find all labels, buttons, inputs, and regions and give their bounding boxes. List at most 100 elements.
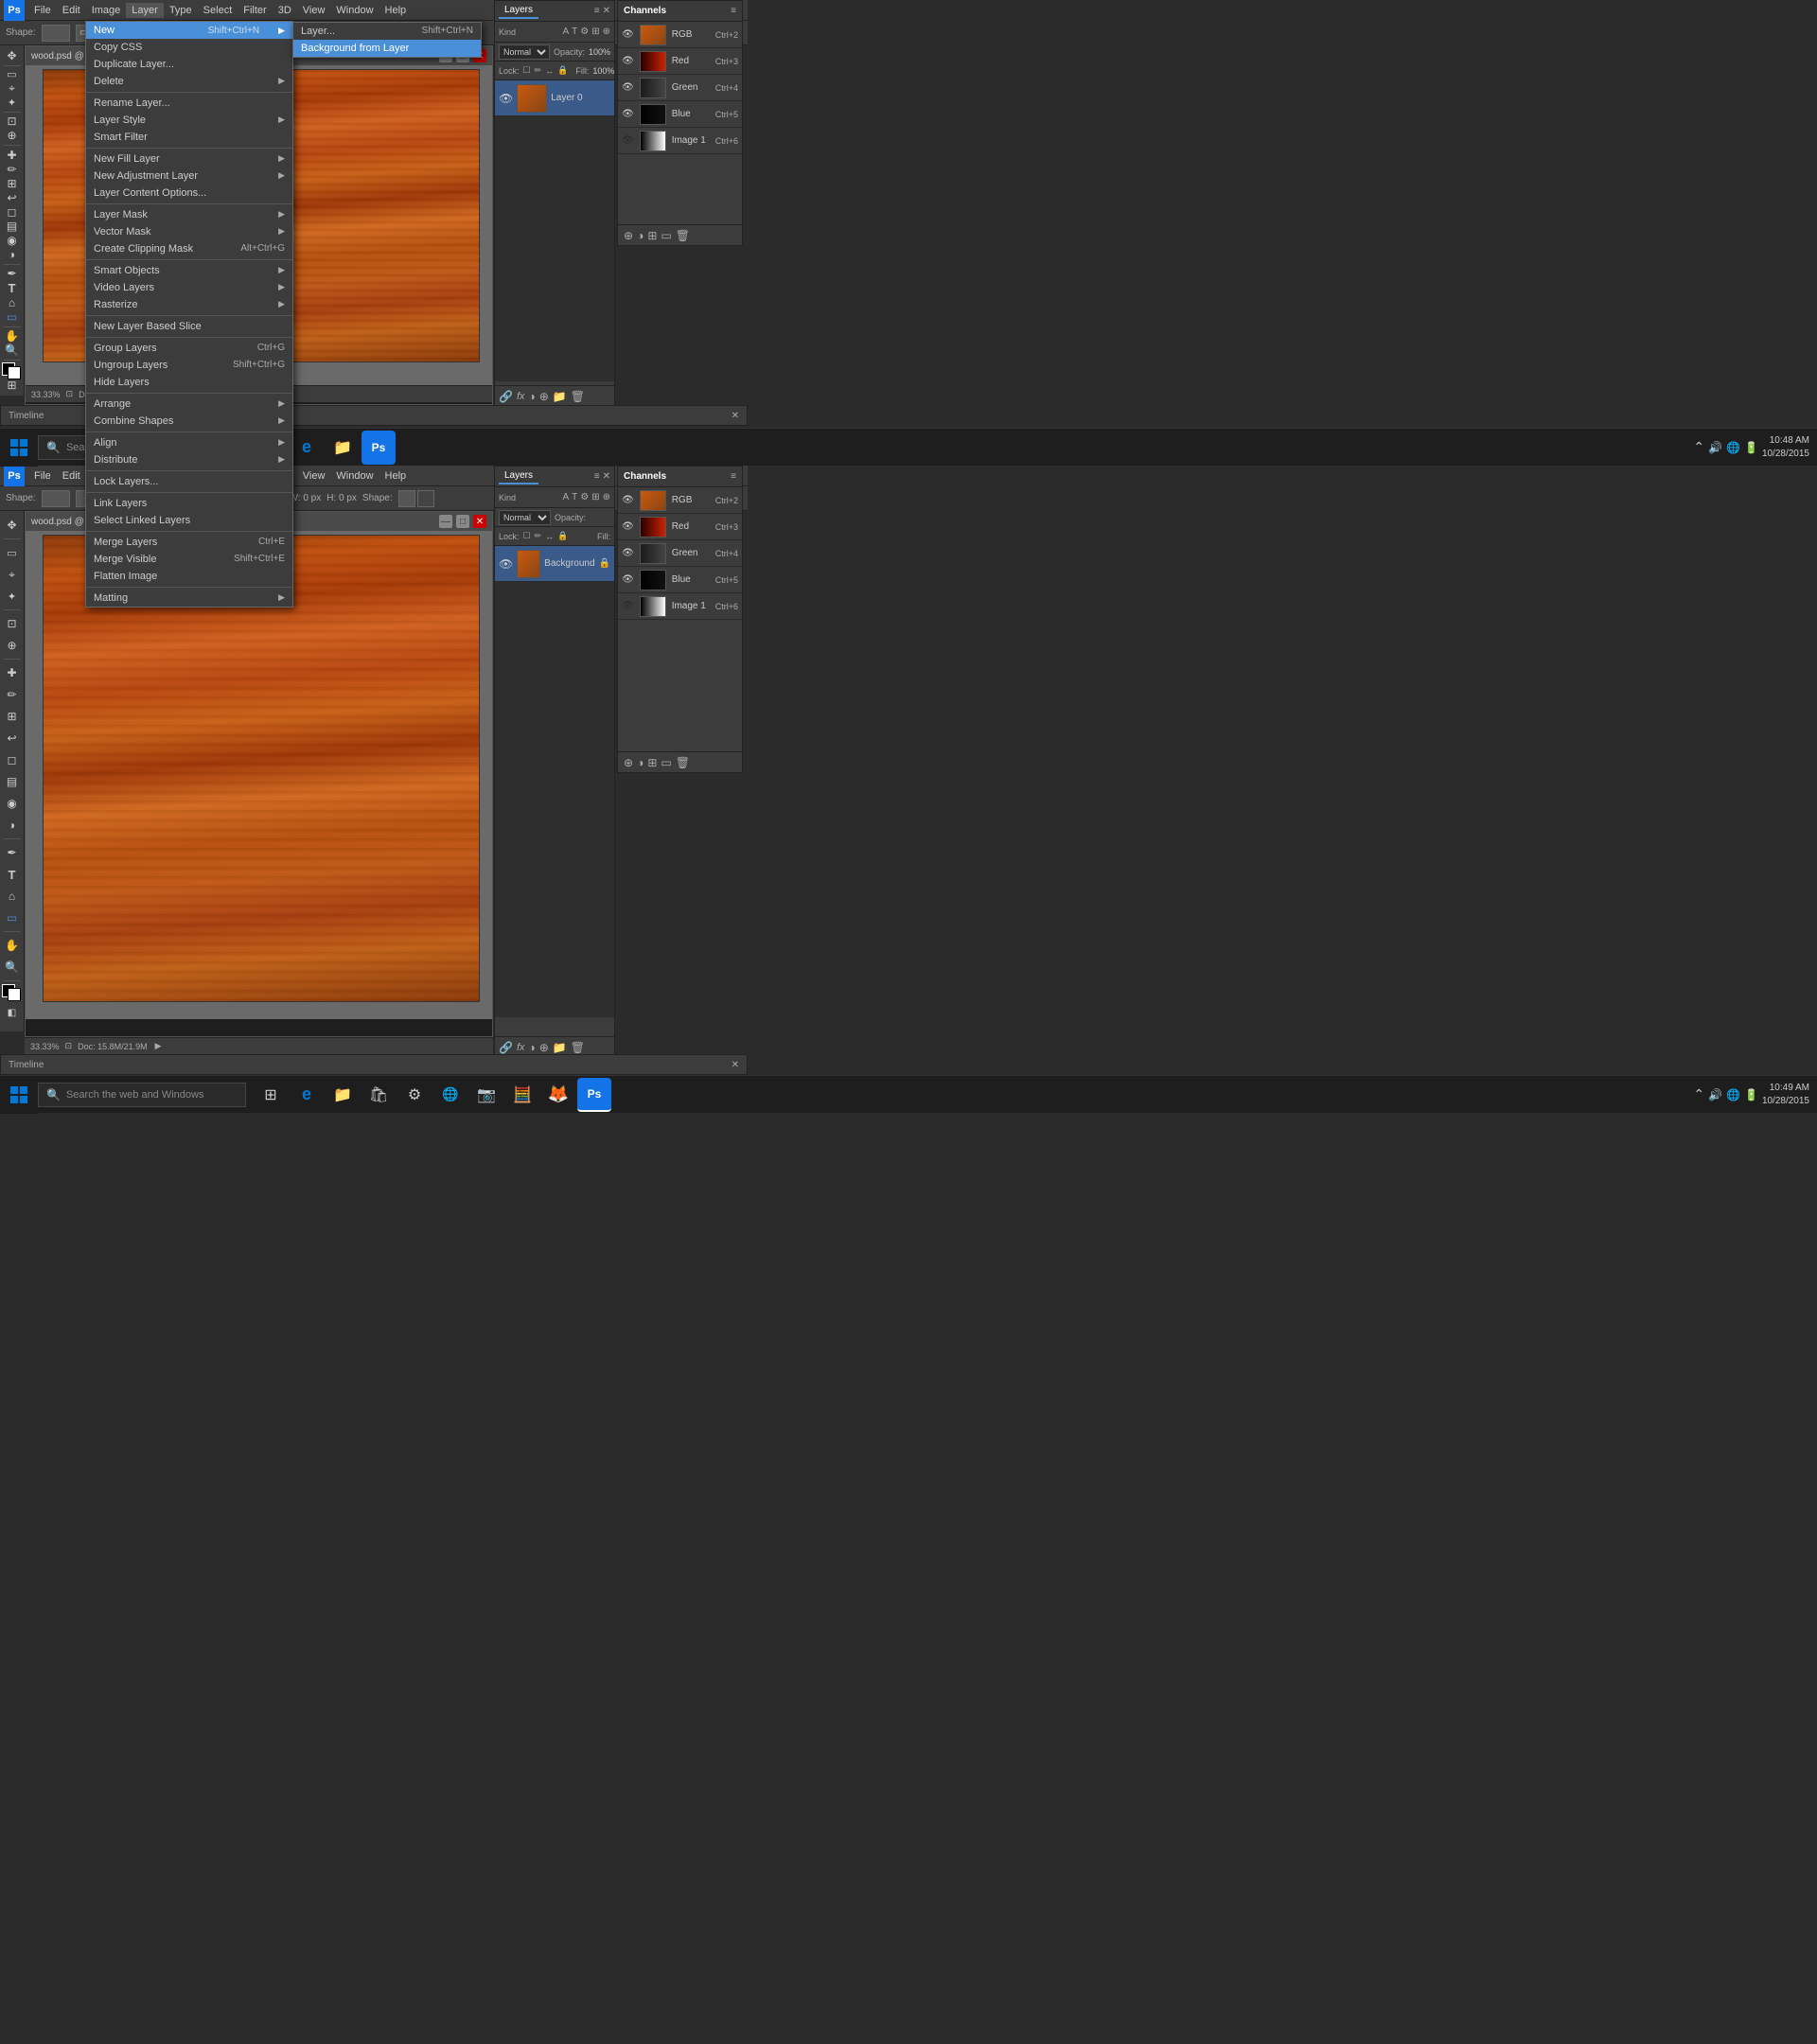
tool-eraser-b[interactable]: ◻	[2, 749, 23, 770]
tool-move-b[interactable]: ✥	[2, 515, 23, 536]
tool-lasso[interactable]: ⌖	[2, 81, 23, 96]
tool-marquee-b[interactable]: ▭	[2, 542, 23, 563]
dropdown-arrange[interactable]: Arrange ▶	[86, 396, 292, 413]
channel-red-bottom[interactable]: 👁 Red Ctrl+3	[618, 514, 742, 540]
doc-minimize-bottom[interactable]: —	[439, 515, 452, 528]
tool-brush[interactable]: ✏	[2, 163, 23, 176]
tool-history-b[interactable]: ↩	[2, 728, 23, 749]
submenu-background-from-layer[interactable]: Background from Layer	[293, 40, 481, 57]
taskbar-file-explorer-b[interactable]: 📁	[326, 1078, 360, 1112]
tool-path-b[interactable]: ⌂	[2, 886, 23, 907]
menu-file[interactable]: File	[28, 3, 57, 18]
menu-file-bottom[interactable]: File	[28, 468, 57, 484]
dropdown-new-fill[interactable]: New Fill Layer ▶	[86, 150, 292, 167]
tool-eyedrop-b[interactable]: ⊕	[2, 635, 23, 656]
menu-window-bottom[interactable]: Window	[330, 468, 379, 484]
menu-filter[interactable]: Filter	[238, 3, 272, 18]
tool-lasso-b[interactable]: ⌖	[2, 564, 23, 585]
layer-row-background[interactable]: 👁 Background 🔒	[495, 546, 614, 582]
tab-layers-top[interactable]: Layers	[499, 3, 538, 19]
tool-brush-b[interactable]: ✏	[2, 684, 23, 705]
tool-wand[interactable]: ✦	[2, 97, 23, 109]
tool-extra[interactable]: ⊞	[2, 379, 23, 392]
dropdown-smart-filter[interactable]: Smart Filter	[86, 129, 292, 146]
taskbar-edge-b[interactable]: e	[290, 1078, 324, 1112]
tool-history[interactable]: ↩	[2, 191, 23, 204]
taskbar-edge[interactable]: e	[290, 431, 324, 465]
start-button-middle[interactable]	[0, 429, 38, 467]
tool-hand-b[interactable]: ✋	[2, 935, 23, 956]
ch-footer-icon1[interactable]: ⊕	[624, 229, 633, 242]
taskbar-ps-icon[interactable]: Ps	[362, 431, 396, 465]
dropdown-rename[interactable]: Rename Layer...	[86, 95, 292, 112]
tool-marquee[interactable]: ▭	[2, 68, 23, 80]
tool-eraser[interactable]: ◻	[2, 205, 23, 219]
doc-close-bottom[interactable]: ✕	[473, 515, 486, 528]
blend-mode-select-top[interactable]: Normal	[499, 44, 550, 60]
dropdown-video-layers[interactable]: Video Layers ▶	[86, 279, 292, 296]
tool-zoom-b[interactable]: 🔍	[2, 957, 23, 978]
clock-bottom[interactable]: 10:49 AM 10/28/2015	[1762, 1082, 1809, 1108]
taskbar-ps-icon-b[interactable]: Ps	[577, 1078, 611, 1112]
channel-eye-blue[interactable]: 👁	[622, 109, 634, 119]
taskbar-browser2-b[interactable]: 🦊	[541, 1078, 575, 1112]
tool-hand[interactable]: ✋	[2, 329, 23, 343]
tool-clone[interactable]: ⊞	[2, 177, 23, 190]
channel-green-bottom[interactable]: 👁 Green Ctrl+4	[618, 540, 742, 567]
tool-healing[interactable]: ✚	[2, 149, 23, 162]
footer-fx-icon[interactable]: fx	[517, 391, 525, 402]
submenu-new-layer[interactable]: Layer... Shift+Ctrl+N	[293, 23, 481, 40]
tool-mode-b[interactable]: ◧	[2, 1002, 23, 1023]
channel-rgb-top[interactable]: 👁 RGB Ctrl+2	[618, 22, 742, 48]
dropdown-combine-shapes[interactable]: Combine Shapes ▶	[86, 413, 292, 430]
tool-blur[interactable]: ◉	[2, 234, 23, 247]
taskbar-file-explorer[interactable]: 📁	[326, 431, 360, 465]
dropdown-flatten[interactable]: Flatten Image	[86, 568, 292, 585]
taskbar-store-b[interactable]: 🛍	[362, 1078, 396, 1112]
footer-link-icon[interactable]: 🔗	[499, 390, 513, 403]
menu-edit[interactable]: Edit	[57, 3, 86, 18]
dropdown-clipping-mask[interactable]: Create Clipping Mask Alt+Ctrl+G	[86, 240, 292, 257]
taskbar-calc-b[interactable]: 🧮	[505, 1078, 539, 1112]
channel-eye-green[interactable]: 👁	[622, 82, 634, 93]
channel-green-top[interactable]: 👁 Green Ctrl+4	[618, 75, 742, 101]
menu-layer[interactable]: Layer	[126, 3, 164, 18]
dropdown-merge-visible[interactable]: Merge Visible Shift+Ctrl+E	[86, 551, 292, 568]
ch-footer-icon4[interactable]: ▭	[661, 229, 671, 242]
tool-shape[interactable]: ▭	[2, 310, 23, 324]
ch-footer-b1[interactable]: ⊕	[624, 756, 633, 769]
menu-select[interactable]: Select	[198, 3, 238, 18]
channels-menu-top[interactable]: ≡	[731, 6, 736, 16]
layer-row-0[interactable]: 👁 Layer 0	[495, 80, 614, 116]
tool-eyedrop[interactable]: ⊕	[2, 129, 23, 142]
ch-footer-b3[interactable]: ⊞	[647, 756, 657, 769]
timeline-close-bottom[interactable]: ✕	[732, 1060, 739, 1070]
footer-trash-icon[interactable]: 🗑	[571, 390, 585, 403]
tool-clone-b[interactable]: ⊞	[2, 706, 23, 727]
dropdown-matting[interactable]: Matting ▶	[86, 590, 292, 607]
ch-footer-icon3[interactable]: ⊞	[647, 229, 657, 242]
dropdown-lock-layers[interactable]: Lock Layers...	[86, 473, 292, 490]
tool-path[interactable]: ⌂	[2, 296, 23, 309]
footer-folder-icon[interactable]: 📁	[553, 390, 567, 403]
taskbar-browser-b[interactable]: 🌐	[433, 1078, 467, 1112]
dropdown-layer-slice[interactable]: New Layer Based Slice	[86, 318, 292, 335]
timeline-close-top[interactable]: ✕	[732, 411, 739, 421]
doc-maximize-bottom[interactable]: □	[456, 515, 469, 528]
tool-shape-b[interactable]: ▭	[2, 907, 23, 928]
dropdown-hide-layers[interactable]: Hide Layers	[86, 374, 292, 391]
taskbar-search-bottom[interactable]: 🔍 Search the web and Windows	[38, 1083, 246, 1107]
taskbar-media-b[interactable]: 📷	[469, 1078, 503, 1112]
menu-help-bottom[interactable]: Help	[379, 468, 413, 484]
dropdown-merge-layers[interactable]: Merge Layers Ctrl+E	[86, 534, 292, 551]
menu-edit-bottom[interactable]: Edit	[57, 468, 86, 484]
tool-pen[interactable]: ✒	[2, 267, 23, 280]
dropdown-layer-mask[interactable]: Layer Mask ▶	[86, 206, 292, 223]
tool-dodge-b[interactable]: ◑	[2, 815, 23, 836]
taskbar-settings-b[interactable]: ⚙	[397, 1078, 432, 1112]
menu-type[interactable]: Type	[164, 3, 198, 18]
clock-middle[interactable]: 10:48 AM 10/28/2015	[1762, 434, 1809, 461]
start-button-bottom[interactable]	[0, 1076, 38, 1114]
tool-dodge[interactable]: ◑	[2, 248, 23, 261]
dropdown-align[interactable]: Align ▶	[86, 434, 292, 451]
